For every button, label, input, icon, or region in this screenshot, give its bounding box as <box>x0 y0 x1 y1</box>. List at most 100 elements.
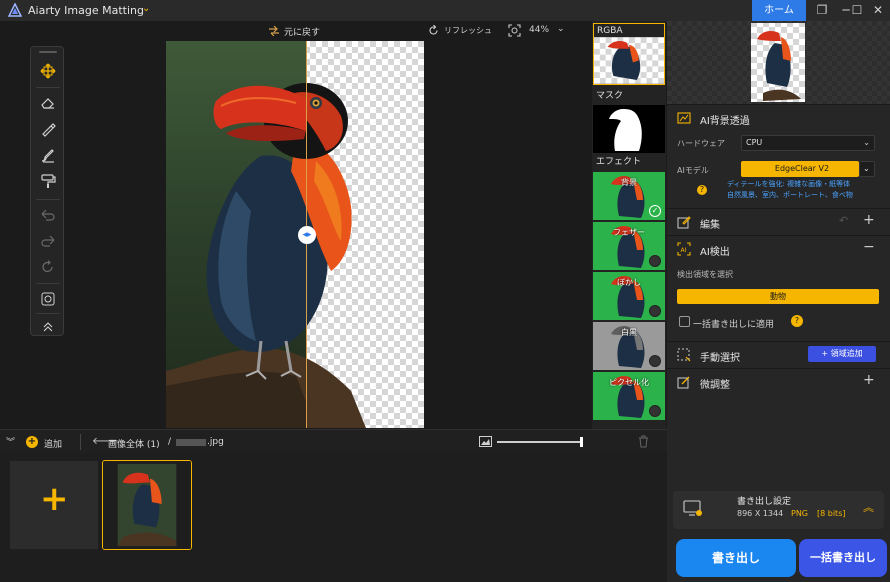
compare-split-handle[interactable]: ◂▸ <box>298 226 316 244</box>
home-button[interactable]: ホーム <box>752 0 806 21</box>
edit-title: 編集 <box>700 220 720 231</box>
unselected-radio-icon[interactable] <box>649 405 661 417</box>
fine-tune-section[interactable]: 微調整 + <box>667 368 890 395</box>
palette-grip[interactable] <box>39 51 57 53</box>
ai-matting-icon <box>677 112 691 124</box>
export-settings-card[interactable]: 書き出し設定 896 X 1344 PNG [8 bits] ︽ <box>673 491 884 529</box>
chevron-down-icon: ⌄ <box>863 138 870 147</box>
collapse-down-icon[interactable]: ︾ <box>6 435 15 448</box>
help-icon[interactable]: ? <box>791 315 803 327</box>
compare-view-icon[interactable] <box>36 289 60 309</box>
image-thumbnail[interactable] <box>102 460 192 550</box>
title-bar: Aiarty Image Matting ⌄ ホーム ❐ ─ ☐ ✕ <box>0 0 890 21</box>
unselected-radio-icon[interactable] <box>649 255 661 267</box>
add-area-button[interactable]: + 領域追加 <box>808 346 876 362</box>
add-image-tile[interactable]: + <box>10 461 98 549</box>
palette-divider <box>36 283 60 284</box>
batch-export-button[interactable]: 一括書き出し <box>799 539 887 577</box>
file-name-blur <box>176 439 206 446</box>
selected-check-icon[interactable]: ✓ <box>649 205 661 217</box>
detect-area-label: 検出領域を選択 <box>677 270 733 279</box>
close-icon[interactable]: ✕ <box>866 0 890 21</box>
model-description-line2: 自然風景、室内、ポートレート、食べ物 <box>727 191 853 199</box>
refresh-button[interactable]: リフレッシュ <box>444 25 492 36</box>
rgba-thumbnail[interactable] <box>593 37 665 85</box>
hardware-select[interactable]: CPU ⌄ <box>741 135 875 151</box>
zoom-fit-icon[interactable] <box>508 24 521 37</box>
thumb-size-slider[interactable] <box>497 441 583 443</box>
collapse-up-icon[interactable] <box>36 317 60 337</box>
plus-icon: + <box>40 479 69 519</box>
fine-tune-icon <box>677 376 690 389</box>
ai-matting-title: AI背景透過 <box>700 116 750 127</box>
slider-handle[interactable] <box>580 437 583 447</box>
palette-divider <box>36 199 60 200</box>
effect-thumbnail[interactable]: 背景 ✓ <box>593 172 665 220</box>
effect-name: 白黒 <box>621 328 637 337</box>
paint-brush-icon[interactable] <box>36 145 60 165</box>
undo-icon[interactable] <box>268 26 280 36</box>
export-bits: [8 bits] <box>817 509 846 518</box>
app-logo-icon <box>8 3 22 17</box>
effect-thumbnail[interactable]: フェザー <box>593 222 665 270</box>
detect-target-button[interactable]: 動物 <box>677 289 879 304</box>
matting-canvas[interactable] <box>166 41 424 428</box>
file-extension: .jpg <box>207 437 224 447</box>
unselected-radio-icon[interactable] <box>649 305 661 317</box>
add-button[interactable]: 追加 <box>44 437 62 450</box>
model-dropdown-chevron-icon[interactable]: ⌄ <box>859 161 875 177</box>
add-circle-icon[interactable]: + <box>26 436 38 448</box>
refresh-icon[interactable] <box>428 25 439 36</box>
zoom-chevron-icon[interactable]: ⌄ <box>557 24 565 34</box>
batch-apply-checkbox[interactable] <box>679 316 690 327</box>
file-bar: ︾ + 追加 🡐 画像全体 (1) / .jpg <box>0 429 667 453</box>
batch-apply-label: 一括書き出しに適用 <box>693 320 775 330</box>
edit-icon <box>677 216 691 229</box>
effects-column: RGBA マスク エフェクト 背景 ✓ フェザー ぼかし 白黒 ピクセル化 <box>592 21 666 429</box>
manual-select-icon <box>677 348 691 362</box>
zoom-level[interactable]: 44% <box>529 25 549 35</box>
trash-icon[interactable] <box>638 435 649 448</box>
effect-thumbnail[interactable]: ぼかし <box>593 272 665 320</box>
manual-select-section[interactable]: 手動選択 + 領域追加 <box>667 341 890 368</box>
add-icon[interactable]: + <box>863 372 875 388</box>
manual-select-title: 手動選択 <box>700 353 740 364</box>
ai-detect-icon: AI <box>677 242 691 256</box>
effect-thumbnail[interactable]: 白黒 <box>593 322 665 370</box>
ai-detect-title: AI検出 <box>700 247 730 258</box>
maximize-icon[interactable]: ☐ <box>846 0 868 21</box>
palette-divider <box>36 87 60 88</box>
undo-button[interactable]: 元に戻す <box>284 25 320 38</box>
redo-arrow-icon[interactable] <box>36 231 60 251</box>
effect-thumbnail[interactable]: ピクセル化 <box>593 372 665 420</box>
ai-matting-section[interactable]: AI背景透過 <box>667 104 890 130</box>
rgba-label: RGBA <box>593 23 665 37</box>
move-tool-icon[interactable] <box>36 61 60 81</box>
model-select[interactable]: EdgeClear V2 <box>741 161 859 177</box>
export-button[interactable]: 書き出し <box>676 539 796 577</box>
undo-icon[interactable]: ↶ <box>839 214 848 227</box>
tool-palette <box>30 46 64 336</box>
right-panel: AI背景透過 ハードウェア CPU ⌄ AIモデル EdgeClear V2 ⌄… <box>667 21 890 582</box>
ai-detect-section[interactable]: AI AI検出 − <box>667 235 890 261</box>
collapse-minus-icon[interactable]: − <box>863 239 875 255</box>
breadcrumb[interactable]: 画像全体 (1) <box>108 437 160 450</box>
help-icon[interactable]: ? <box>697 185 707 195</box>
model-label: AIモデル <box>677 166 709 175</box>
mask-label: マスク <box>596 91 624 101</box>
expand-up-icon[interactable]: ︽ <box>863 499 874 515</box>
chevron-down-icon[interactable]: ⌄ <box>142 3 150 14</box>
unselected-radio-icon[interactable] <box>649 355 661 367</box>
mask-thumbnail[interactable] <box>593 105 665 153</box>
paint-roller-icon[interactable] <box>36 171 60 191</box>
export-format: PNG <box>791 509 809 518</box>
undo-arrow-icon[interactable] <box>36 205 60 225</box>
reset-icon[interactable] <box>36 257 60 277</box>
svg-text:AI: AI <box>681 247 687 254</box>
eraser-icon[interactable] <box>36 93 60 113</box>
model-description-line1: ディテールを強化: 複雑な画像・紙等体 <box>727 180 851 188</box>
add-icon[interactable]: + <box>863 212 875 228</box>
export-settings-icon <box>683 500 702 516</box>
brush-icon[interactable] <box>36 119 60 139</box>
edit-section[interactable]: 編集 ↶ + <box>667 208 890 234</box>
